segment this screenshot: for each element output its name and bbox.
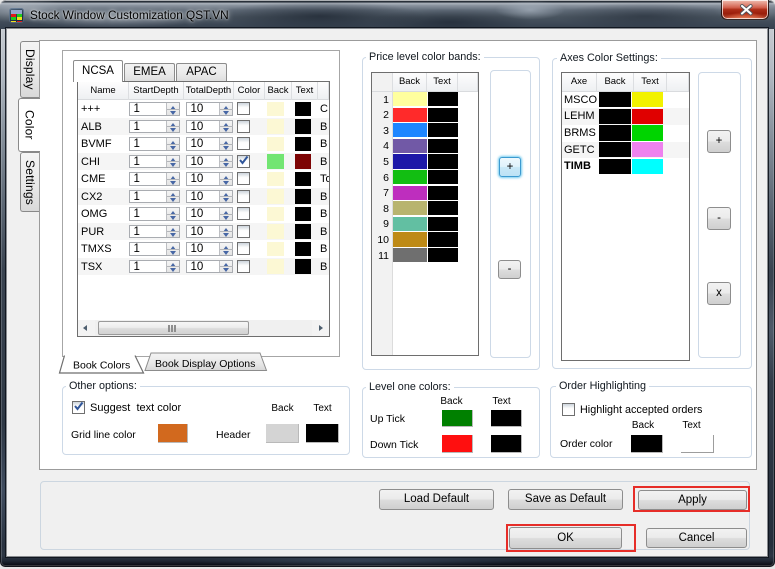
- svg-text:Book Colors: Book Colors: [73, 360, 130, 372]
- svg-text:Book Display Options: Book Display Options: [155, 358, 255, 370]
